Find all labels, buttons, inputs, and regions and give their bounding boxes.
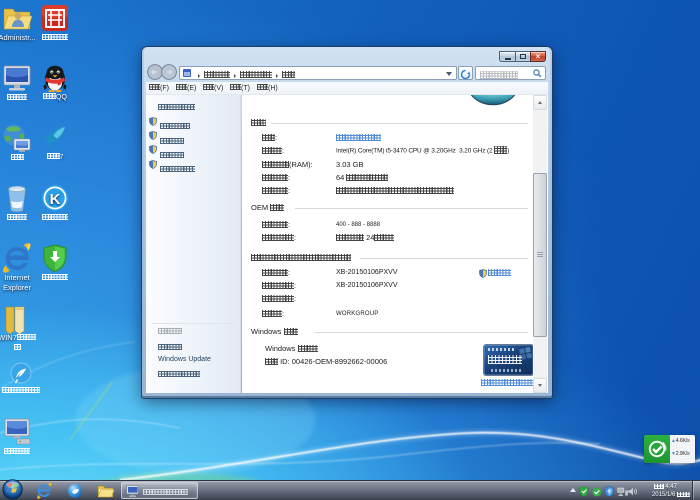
svg-text:K: K — [50, 191, 61, 208]
